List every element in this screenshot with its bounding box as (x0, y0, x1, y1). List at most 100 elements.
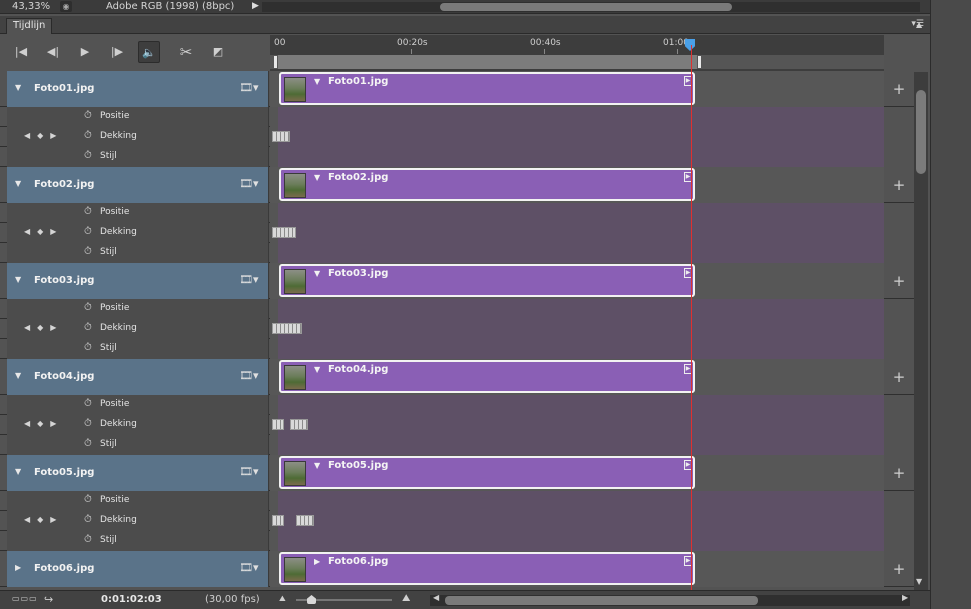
layer-track[interactable]: ▼ Foto01.jpg ▶ (270, 71, 884, 107)
render-frames-icon[interactable]: ▭▭▭ (12, 594, 38, 603)
split-scissors-icon[interactable]: ✂ (175, 41, 197, 63)
property-track[interactable] (270, 147, 884, 167)
layer-header[interactable]: ▼ Foto04.jpg 🎞▾ (7, 359, 269, 395)
add-media-plus-icon[interactable]: + (884, 167, 914, 203)
clip-menu-triangle-icon[interactable]: ▼ (314, 365, 320, 374)
add-media-plus-icon[interactable]: + (884, 551, 914, 587)
current-timecode[interactable]: 0:01:02:03 (101, 594, 162, 605)
clip-menu-triangle-icon[interactable]: ▼ (314, 461, 320, 470)
property-row[interactable]: ⏱ Positie (0, 395, 914, 415)
work-area-range[interactable] (274, 55, 700, 69)
property-row[interactable]: ◀◆▶ ⏱ Dekking (0, 319, 914, 339)
video-clip[interactable]: ▶ Foto06.jpg ▶ (279, 552, 695, 585)
layer-header[interactable]: ▼ Foto03.jpg 🎞▾ (7, 263, 269, 299)
property-track[interactable] (270, 299, 884, 319)
add-media-plus-icon[interactable]: + (884, 359, 914, 395)
zoom-out-icon[interactable]: ⛰ (279, 594, 286, 604)
stopwatch-icon[interactable]: ⏱ (84, 110, 92, 121)
stopwatch-icon[interactable]: ⏱ (84, 226, 92, 237)
keyframe-marker[interactable] (272, 227, 296, 238)
previous-frame-icon[interactable]: ◀| (42, 41, 64, 63)
property-track[interactable] (270, 127, 884, 147)
expand-triangle-closed-icon[interactable]: ▶ (15, 563, 21, 572)
stopwatch-icon[interactable]: ⏱ (84, 398, 92, 409)
clip-menu-triangle-icon[interactable]: ▼ (314, 77, 320, 86)
keyframe-marker[interactable] (272, 419, 284, 430)
filmstrip-menu-icon[interactable]: 🎞▾ (239, 369, 259, 382)
document-info-icon[interactable]: ◉ (60, 1, 72, 12)
filmstrip-menu-icon[interactable]: 🎞▾ (239, 177, 259, 190)
layer-header[interactable]: ▶ Foto06.jpg 🎞▾ (7, 551, 269, 587)
scroll-right-arrow-icon[interactable]: ▶ (902, 593, 908, 602)
layer-row[interactable]: ▶ Foto06.jpg 🎞▾ ▶ Foto06.jpg ▶ + (0, 551, 914, 587)
property-row[interactable]: ◀◆▶ ⏱ Dekking (0, 511, 914, 531)
property-row[interactable]: ◀◆▶ ⏱ Dekking (0, 223, 914, 243)
status-menu-arrow-icon[interactable]: ▶ (252, 1, 259, 11)
next-frame-icon[interactable]: |▶ (106, 41, 128, 63)
property-row[interactable]: ⏱ Stijl (0, 339, 914, 359)
layer-row[interactable]: ▼ Foto05.jpg 🎞▾ ▼ Foto05.jpg ▶ + (0, 455, 914, 491)
property-row[interactable]: ⏱ Stijl (0, 147, 914, 167)
stopwatch-icon[interactable]: ⏱ (84, 246, 92, 257)
render-video-icon[interactable]: ↪ (44, 593, 53, 606)
property-row[interactable]: ◀◆▶ ⏱ Dekking (0, 415, 914, 435)
property-row[interactable]: ⏱ Positie (0, 107, 914, 127)
layer-row[interactable]: ▼ Foto01.jpg 🎞▾ ▼ Foto01.jpg ▶ + (0, 71, 914, 107)
property-row[interactable]: ⏱ Positie (0, 299, 914, 319)
video-clip[interactable]: ▼ Foto04.jpg ▶ (279, 360, 695, 393)
go-to-first-frame-icon[interactable]: |◀ (10, 41, 32, 63)
property-track[interactable] (270, 415, 884, 435)
video-clip[interactable]: ▼ Foto05.jpg ▶ (279, 456, 695, 489)
property-row[interactable]: ⏱ Stijl (0, 531, 914, 551)
property-row[interactable]: ⏱ Positie (0, 203, 914, 223)
work-area-end-handle[interactable] (697, 55, 702, 69)
layer-track[interactable]: ▶ Foto06.jpg ▶ (270, 551, 884, 587)
property-track[interactable] (270, 203, 884, 223)
video-clip[interactable]: ▼ Foto03.jpg ▶ (279, 264, 695, 297)
scroll-up-arrow-icon[interactable]: ▲ (916, 20, 922, 29)
stopwatch-icon[interactable]: ⏱ (84, 342, 92, 353)
transition-icon[interactable]: ◩ (207, 41, 229, 63)
stopwatch-icon[interactable]: ⏱ (84, 534, 92, 545)
keyframe-marker[interactable] (272, 323, 302, 334)
layer-track[interactable]: ▼ Foto02.jpg ▶ (270, 167, 884, 203)
stopwatch-icon[interactable]: ⏱ (84, 206, 92, 217)
property-track[interactable] (270, 395, 884, 415)
canvas-horizontal-scrollbar[interactable] (262, 2, 920, 12)
expand-triangle-open-icon[interactable]: ▼ (15, 83, 21, 92)
keyframe-marker[interactable] (296, 515, 314, 526)
zoom-in-icon[interactable]: ⛰ (402, 593, 410, 604)
property-track[interactable] (270, 511, 884, 531)
property-track[interactable] (270, 435, 884, 455)
stopwatch-icon[interactable]: ⏱ (84, 514, 92, 525)
timeline-vertical-scrollbar[interactable]: ▼ (914, 72, 928, 590)
keyframe-marker[interactable] (272, 515, 284, 526)
keyframe-navigator-icon[interactable]: ◀◆▶ (24, 227, 63, 236)
filmstrip-menu-icon[interactable]: 🎞▾ (239, 561, 259, 574)
audio-toggle-icon[interactable]: 🔈 (138, 41, 160, 63)
property-row[interactable]: ⏱ Positie (0, 491, 914, 511)
layer-track[interactable]: ▼ Foto04.jpg ▶ (270, 359, 884, 395)
scroll-left-arrow-icon[interactable]: ◀ (433, 593, 439, 602)
keyframe-marker[interactable] (290, 419, 308, 430)
keyframe-navigator-icon[interactable]: ◀◆▶ (24, 323, 63, 332)
layer-track[interactable]: ▼ Foto05.jpg ▶ (270, 455, 884, 491)
property-row[interactable]: ◀◆▶ ⏱ Dekking (0, 127, 914, 147)
expand-triangle-open-icon[interactable]: ▼ (15, 371, 21, 380)
stopwatch-icon[interactable]: ⏱ (84, 418, 92, 429)
zoom-level[interactable]: 43,33% (12, 1, 50, 12)
stopwatch-icon[interactable]: ⏱ (84, 322, 92, 333)
property-track[interactable] (270, 107, 884, 127)
keyframe-navigator-icon[interactable]: ◀◆▶ (24, 131, 63, 140)
layer-row[interactable]: ▼ Foto04.jpg 🎞▾ ▼ Foto04.jpg ▶ + (0, 359, 914, 395)
layer-header[interactable]: ▼ Foto05.jpg 🎞▾ (7, 455, 269, 491)
add-media-plus-icon[interactable]: + (884, 455, 914, 491)
filmstrip-menu-icon[interactable]: 🎞▾ (239, 81, 259, 94)
property-track[interactable] (270, 243, 884, 263)
scroll-down-arrow-icon[interactable]: ▼ (916, 577, 922, 586)
keyframe-marker[interactable] (272, 131, 290, 142)
stopwatch-icon[interactable]: ⏱ (84, 438, 92, 449)
scrollbar-thumb[interactable] (916, 90, 926, 174)
keyframe-navigator-icon[interactable]: ◀◆▶ (24, 515, 63, 524)
property-row[interactable]: ⏱ Stijl (0, 435, 914, 455)
